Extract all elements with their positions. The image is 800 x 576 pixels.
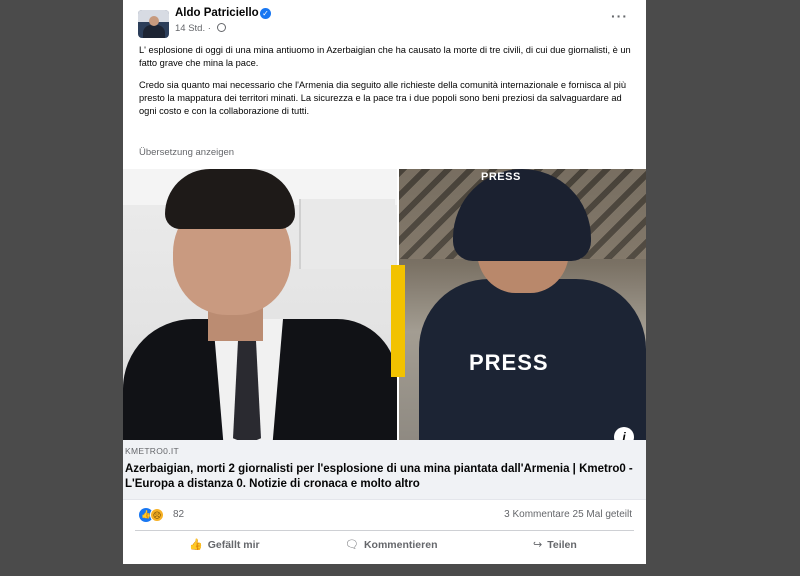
thumbs-up-icon: 👍 (189, 539, 203, 551)
post-paragraph-2: Credo sia quanto mai necessario che l'Ar… (139, 80, 627, 116)
facebook-post-card: Aldo Patriciello ✓ 14 Std. · ··· L' espl… (123, 0, 646, 564)
left-portrait (123, 169, 397, 440)
link-domain: KMETRO0.IT (125, 446, 180, 456)
comment-label: Kommentieren (363, 539, 438, 551)
avatar[interactable] (138, 10, 169, 38)
share-button[interactable]: ↪ Teilen (533, 538, 577, 551)
helmet-press-text: PRESS (481, 171, 521, 183)
like-label: Gefällt mir (207, 539, 260, 551)
more-options-icon[interactable]: ··· (611, 8, 628, 24)
link-title: Azerbaigian, morti 2 giornalisti per l'e… (125, 463, 633, 490)
avatar-head (149, 16, 159, 26)
post-header: Aldo Patriciello ✓ 14 Std. · ··· (123, 0, 646, 42)
avatar-suit (143, 25, 165, 38)
comments-shares-count[interactable]: 3 Kommentare 25 Mal geteilt (504, 509, 632, 520)
right-portrait: PRESS PRESS (399, 169, 646, 440)
sad-face-icon: ☹ (150, 508, 164, 522)
post-paragraph-1: L' esplosione di oggi di una mina antiuo… (139, 45, 631, 68)
post-stats: 👍 ☹ 82 3 Kommentare 25 Mal geteilt (123, 504, 646, 526)
verified-badge-icon: ✓ (260, 8, 271, 19)
yellow-divider (391, 265, 405, 377)
post-image[interactable]: PRESS PRESS i (123, 169, 646, 440)
info-icon[interactable]: i (614, 427, 634, 440)
translate-link[interactable]: Übersetzung anzeigen (139, 147, 234, 158)
post-time[interactable]: 14 Std. · (175, 23, 211, 34)
globe-icon (216, 23, 226, 32)
author-name[interactable]: Aldo Patriciello (175, 7, 259, 19)
like-button[interactable]: 👍 Gefällt mir (189, 538, 260, 551)
share-label: Teilen (547, 539, 577, 551)
left-window (299, 199, 395, 269)
action-bar: 👍 Gefällt mir 🗨 Kommentieren ↪ Teilen (135, 530, 634, 560)
comment-button[interactable]: 🗨 Kommentieren (345, 538, 437, 551)
link-preview[interactable]: KMETRO0.IT Azerbaigian, morti 2 giornali… (123, 440, 646, 500)
comment-icon: 🗨 (345, 539, 359, 551)
left-hair (165, 169, 295, 229)
post-meta: 14 Std. · (175, 23, 226, 34)
reaction-count[interactable]: 82 (173, 509, 184, 520)
vest-press-text: PRESS (469, 350, 549, 375)
share-icon: ↪ (533, 539, 543, 551)
